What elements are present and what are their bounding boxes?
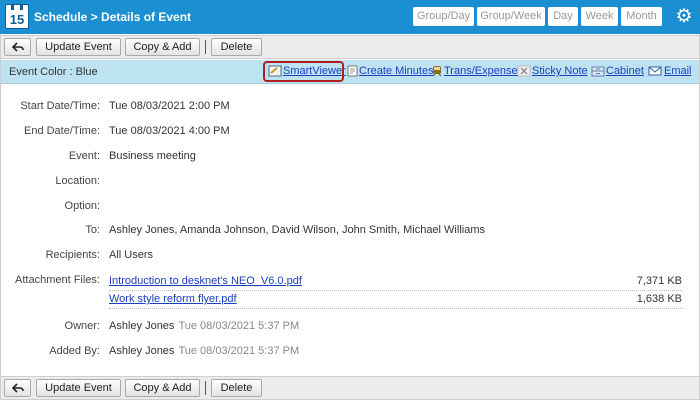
view-group-day-button[interactable]: Group/Day [413, 7, 474, 26]
attachments-label: Attachment Files: [15, 274, 100, 286]
cabinet-icon [591, 66, 605, 77]
delete-button[interactable]: Delete [211, 379, 262, 397]
email-icon [648, 66, 662, 76]
delete-button[interactable]: Delete [211, 38, 262, 56]
frame-left-border [0, 34, 1, 400]
create-minutes-link[interactable]: Create Minutes [359, 65, 434, 78]
update-event-button[interactable]: Update Event [36, 379, 121, 397]
calendar-icon: 15 [5, 4, 29, 29]
sticky-note-icon [517, 65, 531, 77]
attachment-file-link[interactable]: Work style reform flyer.pdf [109, 293, 237, 306]
view-week-button[interactable]: Week [581, 7, 618, 26]
view-group-week-button[interactable]: Group/Week [477, 7, 545, 26]
copy-add-button[interactable]: Copy & Add [125, 379, 200, 397]
owner-name: Ashley Jones [109, 320, 175, 332]
attachment-file-link[interactable]: Introduction to desknet's NEO_V6.0.pdf [109, 275, 302, 288]
attachment-file-size: 7,371 KB [636, 275, 682, 287]
sticky-note-link[interactable]: Sticky Note [532, 65, 588, 78]
toolbar-divider [205, 40, 206, 54]
option-label: Option: [64, 200, 100, 212]
start-value: Tue 08/03/2021 2:00 PM [109, 100, 230, 112]
to-label: To: [85, 224, 100, 236]
attachment-file-size: 1,638 KB [636, 293, 682, 305]
top-toolbar: Update Event Copy & Add Delete [0, 35, 700, 59]
gear-icon[interactable]: ⚙ [673, 6, 695, 28]
to-value: Ashley Jones, Amanda Johnson, David Wils… [109, 224, 485, 236]
owner-value: Ashley Jones Tue 08/03/2021 5:37 PM [109, 320, 299, 333]
back-arrow-icon [11, 383, 24, 393]
back-arrow-icon [11, 42, 24, 52]
end-value: Tue 08/03/2021 4:00 PM [109, 125, 230, 137]
update-event-button[interactable]: Update Event [36, 38, 121, 56]
event-value: Business meeting [109, 150, 196, 162]
owner-label: Owner: [64, 320, 100, 332]
end-label: End Date/Time: [23, 125, 100, 137]
start-label: Start Date/Time: [20, 100, 100, 112]
page-title: Schedule > Details of Event [34, 10, 192, 24]
back-button[interactable] [4, 38, 31, 56]
copy-add-button[interactable]: Copy & Add [125, 38, 200, 56]
view-month-button[interactable]: Month [621, 7, 662, 26]
added-by-timestamp: Tue 08/03/2021 5:37 PM [178, 345, 300, 357]
location-label: Location: [55, 175, 100, 187]
email-link[interactable]: Email [664, 65, 692, 78]
back-button[interactable] [4, 379, 31, 397]
added-by-value: Ashley Jones Tue 08/03/2021 5:37 PM [109, 345, 299, 358]
view-day-button[interactable]: Day [548, 7, 578, 26]
create-minutes-icon [347, 65, 358, 77]
attachment-divider [109, 290, 683, 291]
smartviewer-highlight [263, 61, 344, 82]
calendar-day-number: 15 [9, 12, 25, 27]
cabinet-link[interactable]: Cabinet [606, 65, 644, 78]
recipients-label: Recipients: [45, 249, 100, 261]
event-color-label: Event Color : Blue [9, 66, 98, 78]
attachment-divider [109, 308, 683, 309]
added-by-label: Added By: [49, 345, 100, 357]
added-by-name: Ashley Jones [109, 345, 175, 357]
recipients-value: All Users [109, 249, 154, 261]
event-label: Event: [68, 150, 100, 162]
bottom-toolbar: Update Event Copy & Add Delete [0, 376, 700, 400]
event-color-bar: Event Color : Blue SmartViewer Create Mi… [0, 60, 700, 84]
trans-expense-link[interactable]: Trans/Expense [444, 65, 518, 78]
title-bar: 15 Schedule > Details of Event Group/Day… [0, 0, 700, 34]
toolbar-divider [205, 381, 206, 395]
owner-timestamp: Tue 08/03/2021 5:37 PM [178, 320, 300, 332]
train-icon [432, 66, 442, 77]
